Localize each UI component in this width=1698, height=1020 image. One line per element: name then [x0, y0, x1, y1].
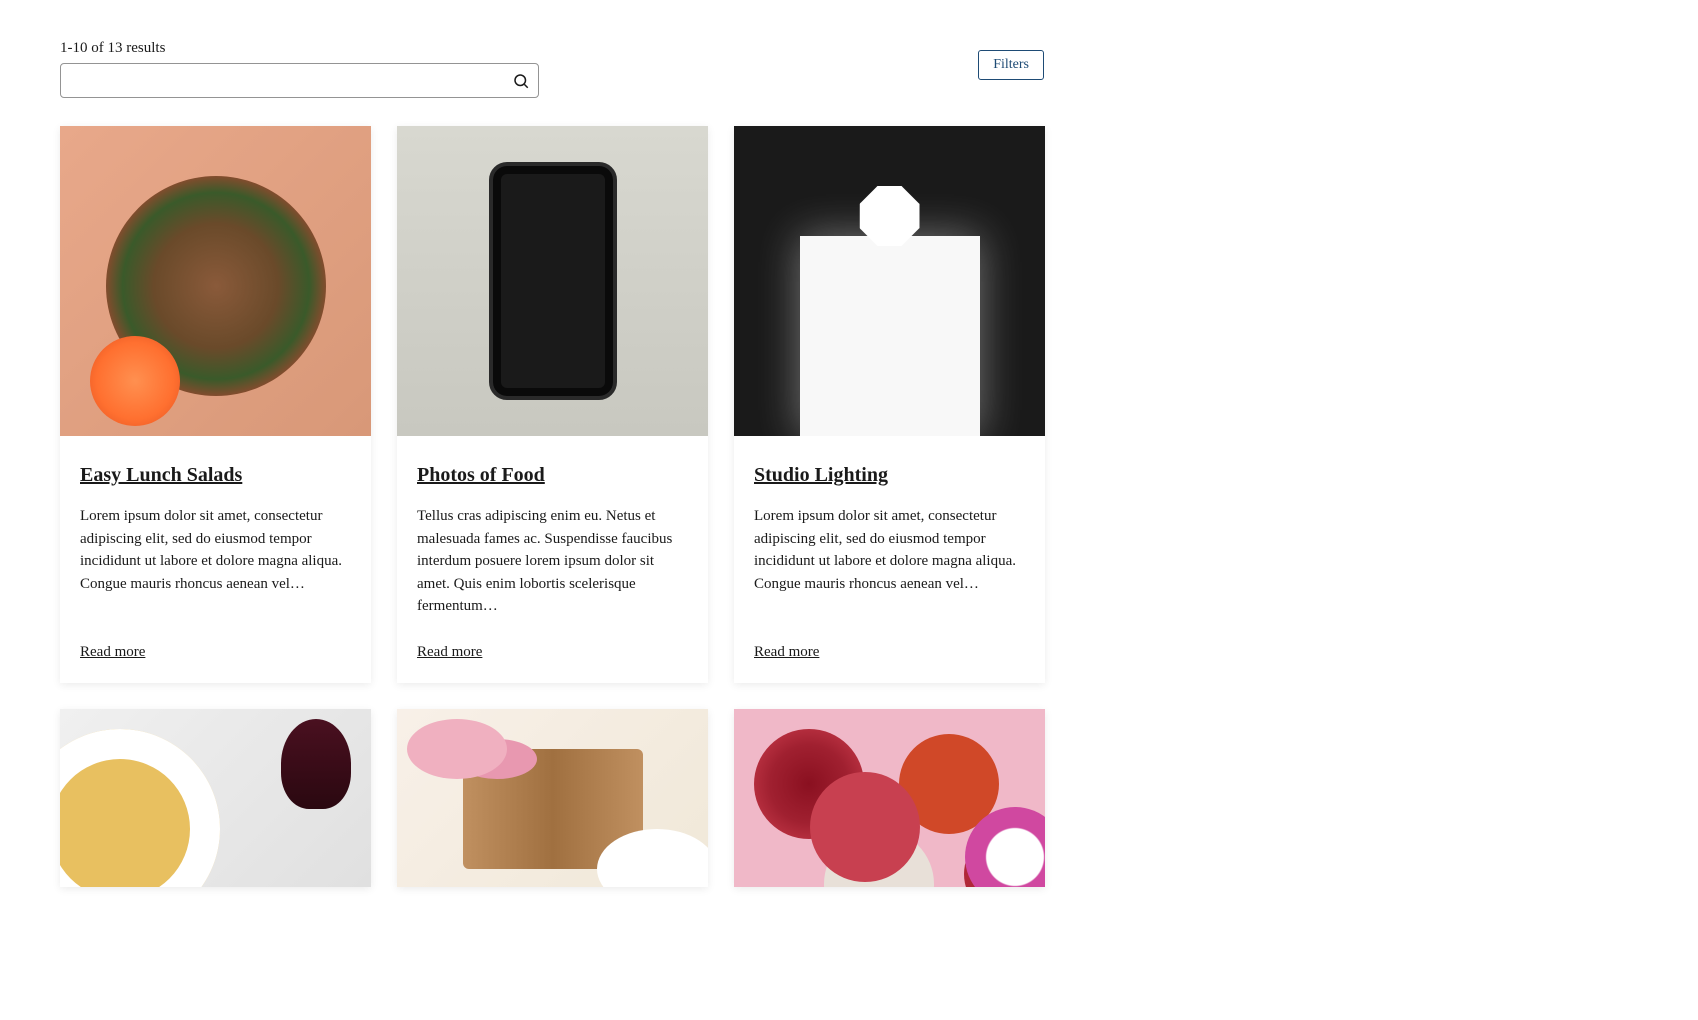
results-grid: Easy Lunch Salads Lorem ipsum dolor sit a…	[60, 126, 1044, 887]
search-input[interactable]	[60, 63, 539, 98]
result-card: Easy Lunch Salads Lorem ipsum dolor sit a…	[60, 126, 371, 683]
read-more-link[interactable]: Read more	[417, 644, 688, 661]
card-excerpt: Lorem ipsum dolor sit amet, consectetur …	[80, 505, 351, 595]
header-row: 1-10 of 13 results Filters	[60, 40, 1044, 98]
read-more-link[interactable]: Read more	[754, 644, 1025, 661]
result-card	[397, 709, 708, 887]
card-body: Studio Lighting Lorem ipsum dolor sit ame…	[734, 436, 1045, 683]
read-more-link[interactable]: Read more	[80, 644, 351, 661]
phone-food-image[interactable]	[397, 126, 708, 436]
fruit-image[interactable]	[734, 709, 1045, 887]
card-excerpt: Tellus cras adipiscing enim eu. Netus et…	[417, 505, 688, 618]
card-excerpt: Lorem ipsum dolor sit amet, consectetur …	[754, 505, 1025, 595]
card-body: Photos of Food Tellus cras adipiscing eni…	[397, 436, 708, 683]
breakfast-image[interactable]	[397, 709, 708, 887]
card-title-link[interactable]: Studio Lighting	[754, 464, 1025, 487]
left-header: 1-10 of 13 results	[60, 40, 539, 98]
studio-lighting-image[interactable]	[734, 126, 1045, 436]
results-count: 1-10 of 13 results	[60, 40, 539, 57]
salad-image[interactable]	[60, 126, 371, 436]
result-card: Photos of Food Tellus cras adipiscing eni…	[397, 126, 708, 683]
card-title-link[interactable]: Easy Lunch Salads	[80, 464, 351, 487]
result-card	[60, 709, 371, 887]
card-body: Easy Lunch Salads Lorem ipsum dolor sit a…	[60, 436, 371, 683]
card-title-link[interactable]: Photos of Food	[417, 464, 688, 487]
result-card: Studio Lighting Lorem ipsum dolor sit ame…	[734, 126, 1045, 683]
result-card	[734, 709, 1045, 887]
search-button[interactable]	[507, 67, 535, 95]
pasta-image[interactable]	[60, 709, 371, 887]
filters-button[interactable]: Filters	[978, 50, 1044, 80]
search-wrapper	[60, 63, 539, 98]
search-icon	[512, 72, 530, 90]
